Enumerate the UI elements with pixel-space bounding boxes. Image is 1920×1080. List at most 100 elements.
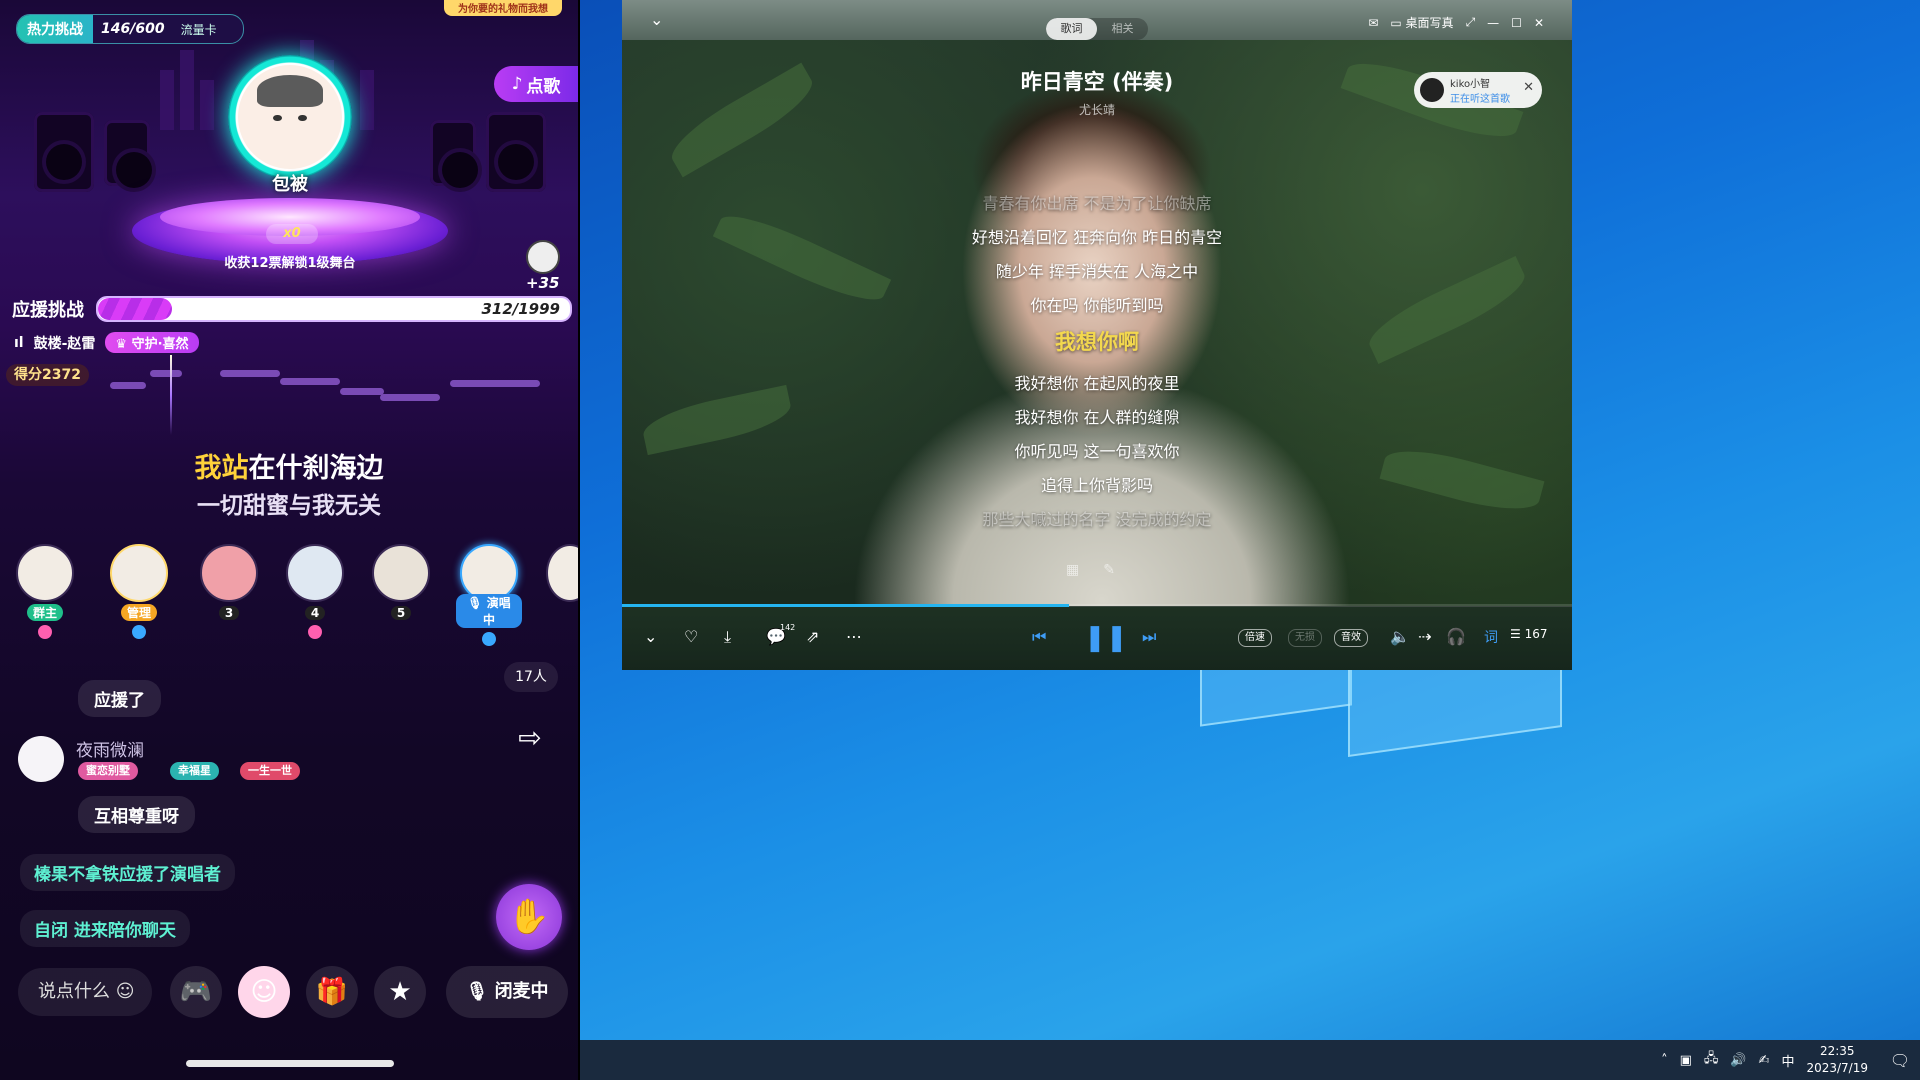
microphone-icon[interactable]: ✎ — [1103, 562, 1115, 578]
singer-face — [238, 65, 342, 169]
playlist-button[interactable]: ☰ 167 — [1510, 627, 1547, 641]
network-icon[interactable]: 🖧 — [1704, 1049, 1719, 1071]
lossless-button[interactable]: 无损 — [1288, 629, 1322, 647]
seat-badge: 3 — [218, 606, 240, 620]
speed-button[interactable]: 倍速 — [1238, 629, 1272, 647]
close-icon[interactable]: ✕ — [1534, 16, 1544, 30]
music-player-window: ⌄ 歌词 相关 ✉ ▭ 桌面写真 ⤢ — ☐ ✕ 昨日青空 (伴奏) 尤长靖 k… — [622, 0, 1572, 670]
chat-message: 互相尊重呀 — [78, 796, 195, 833]
heat-challenge[interactable]: 热力挑战 146/600 流量卡 — [16, 14, 244, 44]
current-lyric-line[interactable]: 我想你啊 — [622, 326, 1572, 356]
score-pill: 得分2372 — [6, 364, 89, 386]
close-icon[interactable]: ✕ — [1523, 80, 1534, 95]
supporter-avatar[interactable] — [526, 240, 560, 274]
seat-badge: 4 — [304, 606, 326, 620]
signal-icon: ıl — [14, 334, 24, 351]
lyrics-toggle[interactable]: 词 — [1484, 627, 1498, 647]
lyric-line[interactable]: 我好想你 在人群的缝隙 — [622, 404, 1572, 428]
mic-seat-7[interactable] — [546, 544, 578, 602]
singer-avatar[interactable] — [228, 55, 352, 179]
collapse-chevron-icon[interactable]: ⌄ — [650, 10, 663, 29]
mic-seat-singing[interactable]: 🎙 演唱中 — [456, 544, 522, 646]
speaker-decoration — [430, 120, 478, 188]
chevron-up-icon[interactable]: ˄ — [1661, 1053, 1668, 1068]
lyric-line[interactable]: 好想沿着回忆 狂奔向你 昨日的青空 — [622, 224, 1572, 248]
clock[interactable]: 22:35 2023/7/19 — [1806, 1043, 1868, 1077]
game-controller-icon[interactable]: 🎮 — [170, 966, 222, 1018]
seat-avatar — [110, 544, 168, 602]
more-icon[interactable]: ⋯ — [846, 627, 862, 646]
co-listener-name: kiko小智 — [1450, 79, 1491, 90]
next-icon[interactable]: ⏭ — [1142, 627, 1156, 647]
support-progress-bar[interactable]: 312/1999 — [96, 296, 572, 322]
mic-seat-1[interactable]: 群主 — [14, 544, 76, 639]
next-lyric: 一切甜蜜与我无关 — [197, 493, 381, 519]
desktop-photo-button[interactable]: ▭ 桌面写真 — [1390, 14, 1453, 31]
chat-message: 应援了 — [78, 680, 161, 717]
titlebar-actions: ✉ ▭ 桌面写真 ⤢ — ☐ ✕ — [1368, 14, 1544, 31]
guard-badge: ♛ 守护·喜然 — [105, 332, 199, 353]
lyric-line[interactable]: 你在吗 你能听到吗 — [622, 292, 1572, 316]
co-listener-status: 正在听这首歌 — [1450, 94, 1510, 105]
applause-button[interactable]: ✋ — [496, 884, 562, 950]
seat-badge: 群主 — [26, 604, 63, 621]
online-count[interactable]: 17人 — [504, 662, 558, 692]
pen-icon[interactable]: ✍ — [1759, 1053, 1770, 1068]
lyric-line[interactable]: 那些大喊过的名字 没完成的约定 — [622, 506, 1572, 530]
mic-seat-5[interactable]: 5 — [370, 544, 432, 621]
mic-seat-4[interactable]: 4 — [284, 544, 346, 639]
headphones-icon[interactable]: 🎧 — [1446, 627, 1466, 646]
lyric-line[interactable]: 你听见吗 这一句喜欢你 — [622, 438, 1572, 462]
system-message: 榛果不拿铁应援了演唱者 — [20, 854, 235, 891]
display-icon[interactable]: ▣ — [1680, 1053, 1692, 1068]
collapse-chevron-icon[interactable]: ⌄ — [644, 627, 657, 646]
share-icon[interactable]: ⇗ — [806, 627, 819, 646]
notification-icon[interactable]: 🗨 — [1880, 1051, 1920, 1070]
tab-lyrics[interactable]: 歌词 — [1046, 18, 1097, 40]
speaker-decoration — [486, 112, 546, 192]
mail-icon[interactable]: ✉ — [1368, 16, 1378, 30]
mic-toggle-button[interactable]: 🎙 闭麦中 — [446, 966, 568, 1018]
lyric-line[interactable]: 青春有你出席 不是为了让你缺席 — [622, 190, 1572, 214]
repeat-icon[interactable]: ⇢ — [1418, 627, 1431, 646]
tab-related[interactable]: 相关 — [1097, 18, 1148, 40]
volume-icon[interactable]: 🔈 — [1390, 627, 1410, 646]
star-icon[interactable]: ★ — [374, 966, 426, 1018]
guard-row[interactable]: ıl 鼓楼-赵雷 ♛ 守护·喜然 — [14, 332, 199, 353]
co-listener-card[interactable]: kiko小智 正在听这首歌 ✕ — [1414, 72, 1542, 108]
speaker-icon[interactable]: 🔊 — [1730, 1053, 1746, 1068]
share-icon[interactable]: ⇨ — [510, 718, 550, 758]
chat-username[interactable]: 夜雨微澜 — [76, 736, 144, 761]
song-request-label: 点歌 — [526, 76, 561, 97]
media-icons: ▦ ✎ — [1066, 562, 1115, 578]
lyric-line[interactable]: 我好想你 在起风的夜里 — [622, 370, 1572, 394]
seat-badge: 5 — [390, 606, 412, 620]
song-request-button[interactable]: ♪ 点歌 — [494, 66, 578, 102]
heat-challenge-label: 热力挑战 — [17, 15, 93, 43]
player-titlebar: ⌄ 歌词 相关 ✉ ▭ 桌面写真 ⤢ — ☐ ✕ — [622, 0, 1572, 40]
emoji-avatar-button[interactable]: ☺ — [238, 966, 290, 1018]
chat-input[interactable]: 说点什么 ☺ — [18, 968, 152, 1016]
ime-indicator[interactable]: 中 — [1781, 1051, 1794, 1070]
fullscreen-icon[interactable]: ⤢ — [1466, 15, 1476, 30]
lyric-line[interactable]: 追得上你背影吗 — [622, 472, 1572, 496]
heart-icon[interactable]: ♡ — [684, 627, 698, 646]
gift-icon[interactable]: 🎁 — [306, 966, 358, 1018]
minimize-icon[interactable]: — — [1487, 16, 1499, 30]
speaker-decoration — [34, 112, 94, 192]
seat-avatar — [286, 544, 344, 602]
pause-icon[interactable]: ❚❚ — [1084, 623, 1128, 653]
support-progress-value: 312/1999 — [481, 300, 560, 318]
sound-effect-button[interactable]: 音效 — [1334, 629, 1368, 647]
seat-badge: 🎙 演唱中 — [456, 594, 522, 628]
event-banner[interactable]: 为你要的礼物而我想 — [444, 0, 562, 16]
download-icon[interactable]: ⤓ — [724, 627, 731, 647]
chat-avatar[interactable] — [18, 736, 64, 782]
mic-seat-2[interactable]: 管理 — [108, 544, 170, 639]
maximize-icon[interactable]: ☐ — [1511, 16, 1522, 30]
lyric-line[interactable]: 随少年 挥手消失在 人海之中 — [622, 258, 1572, 282]
speaker-decoration — [104, 120, 152, 188]
film-icon[interactable]: ▦ — [1066, 562, 1079, 578]
previous-icon[interactable]: ⏮ — [1032, 627, 1046, 647]
mic-seat-3[interactable]: 3 — [198, 544, 260, 621]
